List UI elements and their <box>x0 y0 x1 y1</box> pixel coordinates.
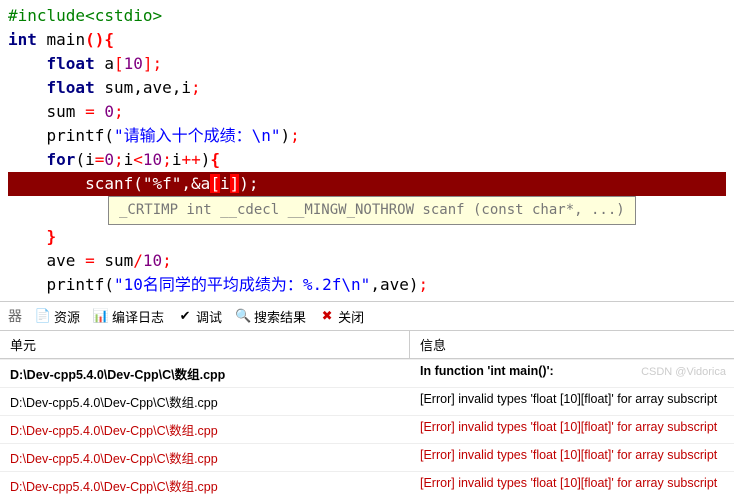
row-unit: D:\Dev-cpp5.4.0\Dev-Cpp\C\数组.cpp <box>0 388 410 415</box>
bottom-tabs: 器 📄资源 📊编译日志 ✔调试 🔍搜索结果 ✖关闭 <box>0 301 734 331</box>
watermark: CSDN @Vidorica <box>641 366 726 378</box>
row-unit: D:\Dev-cpp5.4.0\Dev-Cpp\C\数组.cpp <box>0 360 410 387</box>
row-message: [Error] invalid types 'float [10][float]… <box>410 416 734 443</box>
compiler-row[interactable]: D:\Dev-cpp5.4.0\Dev-Cpp\C\数组.cpp[Error] … <box>0 471 734 499</box>
tab-search[interactable]: 🔍搜索结果 <box>236 307 306 326</box>
row-unit: D:\Dev-cpp5.4.0\Dev-Cpp\C\数组.cpp <box>0 416 410 443</box>
row-message: [Error] invalid types 'float [10][float]… <box>410 388 734 415</box>
tab-compile-log[interactable]: 📊编译日志 <box>94 307 164 326</box>
tab-resources[interactable]: 📄资源 <box>36 307 80 326</box>
chart-icon: 📊 <box>94 309 108 323</box>
preproc: #include<cstdio> <box>8 6 162 25</box>
code-hint-tooltip: _CRTIMP int __cdecl __MINGW_NOTHROW scan… <box>108 196 636 225</box>
row-message: [Error] invalid types 'float [10][float]… <box>410 472 734 499</box>
row-unit: D:\Dev-cpp5.4.0\Dev-Cpp\C\数组.cpp <box>0 472 410 499</box>
kw-int: int <box>8 30 37 49</box>
search-icon: 🔍 <box>236 309 250 323</box>
code-editor[interactable]: #include<cstdio> int main(){ float a[10]… <box>0 0 734 301</box>
highlighted-line: scanf("%f",&a[i]); <box>8 172 726 196</box>
col-header-msg[interactable]: 信息 <box>410 331 734 358</box>
row-unit: D:\Dev-cpp5.4.0\Dev-Cpp\C\数组.cpp <box>0 444 410 471</box>
compiler-output-panel: 单元 信息 D:\Dev-cpp5.4.0\Dev-Cpp\C\数组.cppIn… <box>0 331 734 499</box>
tab-debug[interactable]: ✔调试 <box>178 307 222 326</box>
tab-compiler[interactable]: 器 <box>8 306 22 326</box>
tab-close[interactable]: ✖关闭 <box>320 307 364 326</box>
check-icon: ✔ <box>178 309 192 323</box>
compiler-row[interactable]: D:\Dev-cpp5.4.0\Dev-Cpp\C\数组.cpp[Error] … <box>0 387 734 415</box>
panel-header: 单元 信息 <box>0 331 734 359</box>
compiler-row[interactable]: D:\Dev-cpp5.4.0\Dev-Cpp\C\数组.cppIn funct… <box>0 359 734 387</box>
compiler-row[interactable]: D:\Dev-cpp5.4.0\Dev-Cpp\C\数组.cpp[Error] … <box>0 415 734 443</box>
close-icon: ✖ <box>320 309 334 323</box>
col-header-unit[interactable]: 单元 <box>0 331 410 358</box>
compiler-row[interactable]: D:\Dev-cpp5.4.0\Dev-Cpp\C\数组.cpp[Error] … <box>0 443 734 471</box>
resources-icon: 📄 <box>36 309 50 323</box>
row-message: [Error] invalid types 'float [10][float]… <box>410 444 734 471</box>
